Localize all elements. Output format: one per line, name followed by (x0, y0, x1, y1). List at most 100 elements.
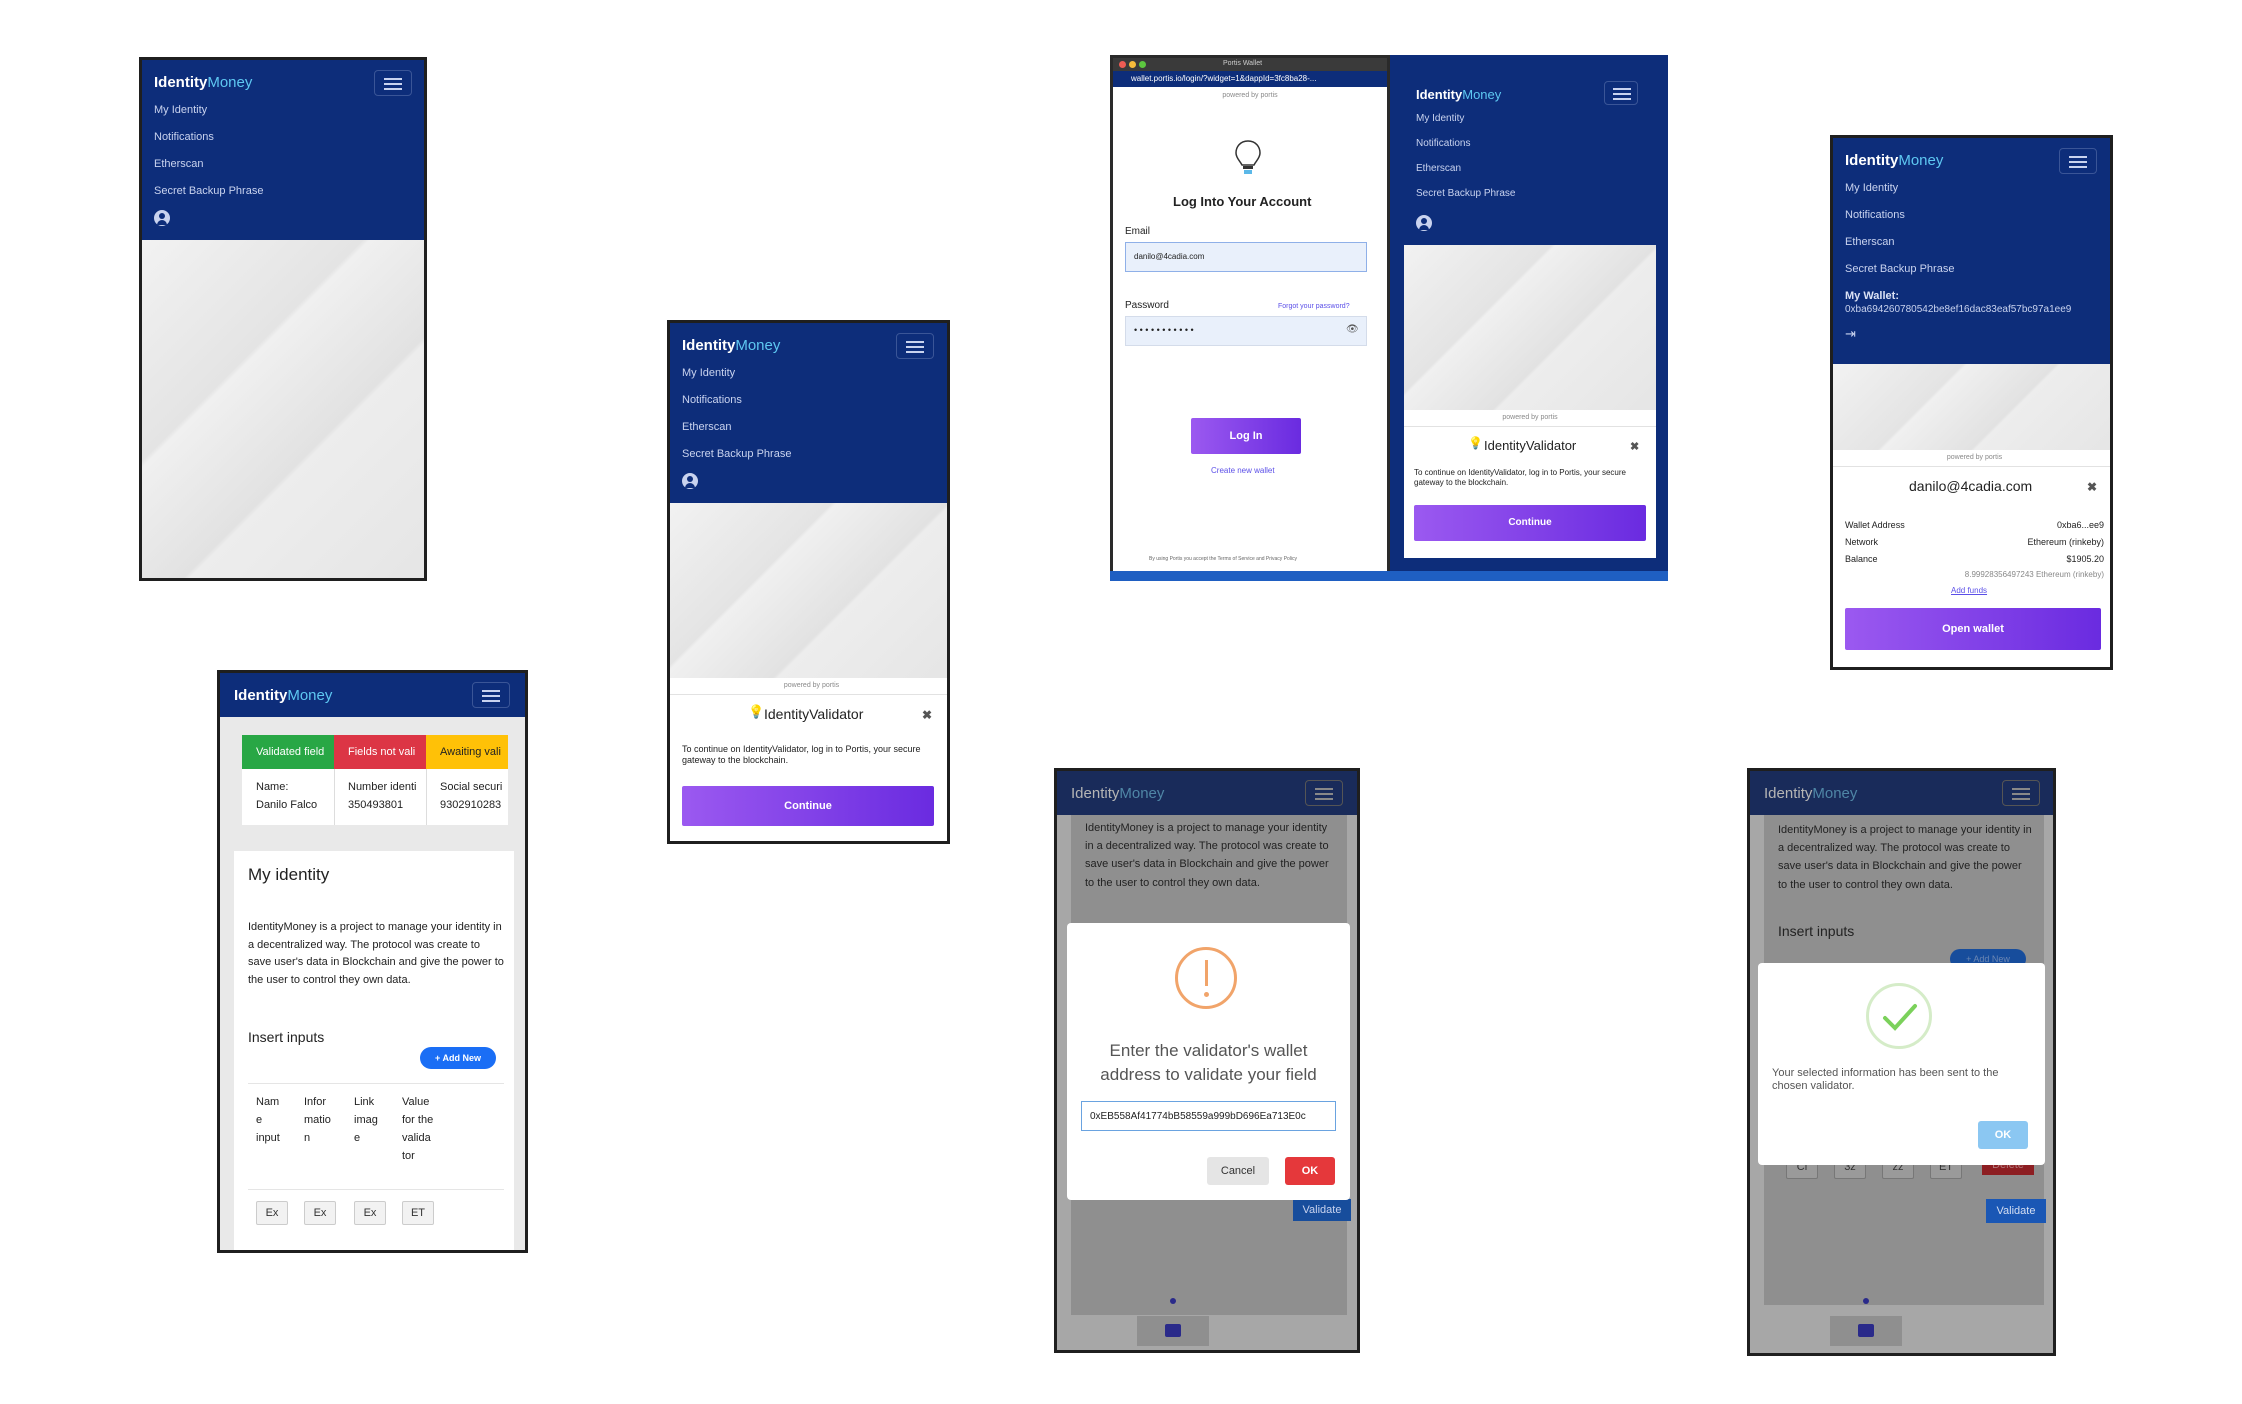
hamburger-menu-icon[interactable] (1305, 780, 1343, 806)
create-wallet-link[interactable]: Create new wallet (1211, 466, 1275, 475)
identity-card: My identity IdentityMoney is a project t… (234, 851, 514, 1250)
status-table: Validated field Fields not vali Awaiting… (242, 735, 508, 825)
user-icon[interactable] (1416, 215, 1432, 231)
forgot-password-link[interactable]: Forgot your password? (1278, 303, 1350, 310)
hamburger-menu-icon[interactable] (896, 333, 934, 359)
password-label: Password (1125, 300, 1169, 311)
navbar: IdentityMoney (220, 673, 525, 717)
nav-etherscan[interactable]: Etherscan (154, 158, 204, 170)
nav-secret-backup-phrase[interactable]: Secret Backup Phrase (154, 185, 263, 197)
continue-button[interactable]: Continue (682, 786, 934, 826)
nav-notifications[interactable]: Notifications (1845, 209, 1905, 221)
brand-logo[interactable]: IdentityMoney (1764, 785, 1857, 802)
address-bar[interactable]: wallet.portis.io/login/?widget=1&dappId=… (1113, 71, 1387, 87)
validate-button[interactable]: Validate (1293, 1199, 1351, 1221)
brand-logo[interactable]: IdentityMoney (1845, 152, 1943, 169)
background-pattern (1404, 245, 1656, 415)
email-field[interactable]: danilo@4cadia.com (1125, 242, 1367, 272)
minimize-window-icon[interactable] (1129, 61, 1136, 68)
row-input-value[interactable]: ET (402, 1201, 434, 1225)
maximize-window-icon[interactable] (1139, 61, 1146, 68)
nav-notifications[interactable]: Notifications (1416, 138, 1470, 149)
close-icon[interactable]: ✖ (922, 708, 932, 722)
logout-icon[interactable]: ⇥ (1845, 326, 1856, 342)
add-funds-link[interactable]: Add funds (1951, 586, 1987, 595)
validator-title: IdentityValidator (1484, 438, 1577, 453)
powered-by-portis: powered by portis (1222, 92, 1278, 99)
brand-logo[interactable]: IdentityMoney (1071, 785, 1164, 802)
id-card-icon (1165, 1324, 1181, 1337)
nav-secret-backup-phrase[interactable]: Secret Backup Phrase (1416, 188, 1516, 199)
modal-dialog: Your selected information has been sent … (1758, 963, 2045, 1165)
wallet-address-full[interactable]: 0xba694260780542be8ef16dac83eaf57bc97a1e… (1845, 304, 2071, 315)
continue-button[interactable]: Continue (1414, 505, 1646, 541)
row-input-name[interactable]: Ex (256, 1201, 288, 1225)
close-icon[interactable]: ✖ (2087, 480, 2097, 494)
portis-login-window: Portis Wallet wallet.portis.io/login/?wi… (1110, 55, 1390, 579)
nav-etherscan[interactable]: Etherscan (1845, 236, 1895, 248)
validator-address-value: 0xEB558Af41774bB58559a999bD696Ea713E0c (1090, 1111, 1306, 1122)
portis-wallet-widget: powered by portis danilo@4cadia.com ✖ Wa… (1833, 450, 2110, 667)
id-card-icon (1858, 1324, 1874, 1337)
hamburger-menu-icon[interactable] (2059, 148, 2097, 174)
warning-icon (1175, 947, 1237, 1009)
nav-etherscan[interactable]: Etherscan (682, 421, 732, 433)
nav-secret-backup-phrase[interactable]: Secret Backup Phrase (682, 448, 791, 460)
hamburger-menu-icon[interactable] (374, 70, 412, 96)
portis-widget: powered by portis 💡 IdentityValidator ✖ … (670, 678, 947, 841)
ok-button[interactable]: OK (1285, 1157, 1335, 1185)
brand-logo[interactable]: IdentityMoney (154, 74, 252, 91)
pagination-dot (1863, 1298, 1869, 1304)
nav-etherscan[interactable]: Etherscan (1416, 163, 1461, 174)
brand-logo[interactable]: IdentityMoney (1416, 87, 1501, 102)
screen-my-identity: IdentityMoney Validated field Fields not… (217, 670, 528, 1253)
brand-money: Money (1898, 152, 1944, 169)
background-description: IdentityMoney is a project to manage you… (1778, 824, 2032, 891)
login-button[interactable]: Log In (1191, 418, 1301, 454)
nav-secret-backup-phrase[interactable]: Secret Backup Phrase (1845, 263, 1954, 275)
hamburger-menu-icon[interactable] (1604, 81, 1638, 105)
nav-my-identity[interactable]: My Identity (682, 367, 735, 379)
user-icon[interactable] (682, 473, 698, 489)
row-input-link[interactable]: Ex (354, 1201, 386, 1225)
screen-validator-modal: IdentityMoney IdentityMoney is a project… (1054, 768, 1360, 1353)
bottom-nav-item[interactable] (1137, 1316, 1209, 1346)
window-titlebar: Portis Wallet (1113, 58, 1387, 71)
password-field[interactable]: • • • • • • • • • • • 👁 (1125, 316, 1367, 346)
success-check-icon (1866, 983, 1932, 1049)
nav-notifications[interactable]: Notifications (154, 131, 214, 143)
row-input-info[interactable]: Ex (304, 1201, 336, 1225)
powered-by-portis: powered by portis (1946, 454, 2003, 461)
eye-icon[interactable]: 👁 (1346, 324, 1359, 335)
brand-money: Money (207, 74, 253, 91)
navbar: IdentityMoney My Identity Notifications … (142, 60, 424, 240)
validator-address-input[interactable]: 0xEB558Af41774bB58559a999bD696Ea713E0c (1081, 1101, 1336, 1131)
page-title: My identity (248, 865, 330, 884)
hamburger-menu-icon[interactable] (2002, 780, 2040, 806)
bottom-nav-item[interactable] (1830, 1316, 1902, 1346)
brand-identity: Identity (234, 687, 288, 704)
portis-widget: powered by portis 💡 IdentityValidator ✖ … (1404, 410, 1656, 558)
window-title: Portis Wallet (1223, 60, 1263, 67)
brand-logo[interactable]: IdentityMoney (234, 687, 332, 704)
wallet-address-value[interactable]: 0xba6...ee9 (2057, 520, 2104, 530)
table-header-name: Nam e input (256, 1096, 280, 1144)
brand-logo[interactable]: IdentityMoney (682, 337, 780, 354)
table-header-value: Value for the valida tor (402, 1096, 434, 1162)
close-icon[interactable]: ✖ (1630, 440, 1639, 453)
nav-my-identity[interactable]: My Identity (1416, 113, 1464, 124)
email-value: danilo@4cadia.com (1134, 252, 1205, 261)
add-new-button[interactable]: + Add New (420, 1047, 496, 1069)
hamburger-menu-icon[interactable] (472, 682, 510, 708)
nav-my-identity[interactable]: My Identity (154, 104, 207, 116)
ok-button[interactable]: OK (1978, 1121, 2028, 1149)
open-wallet-button[interactable]: Open wallet (1845, 608, 2101, 650)
nav-my-identity[interactable]: My Identity (1845, 182, 1898, 194)
powered-by-portis: powered by portis (783, 682, 840, 689)
user-icon[interactable] (154, 210, 170, 226)
nav-notifications[interactable]: Notifications (682, 394, 742, 406)
cancel-button[interactable]: Cancel (1207, 1157, 1269, 1185)
validate-button[interactable]: Validate (1986, 1199, 2046, 1223)
close-window-icon[interactable] (1119, 61, 1126, 68)
network-value: Ethereum (rinkeby) (2027, 537, 2104, 547)
